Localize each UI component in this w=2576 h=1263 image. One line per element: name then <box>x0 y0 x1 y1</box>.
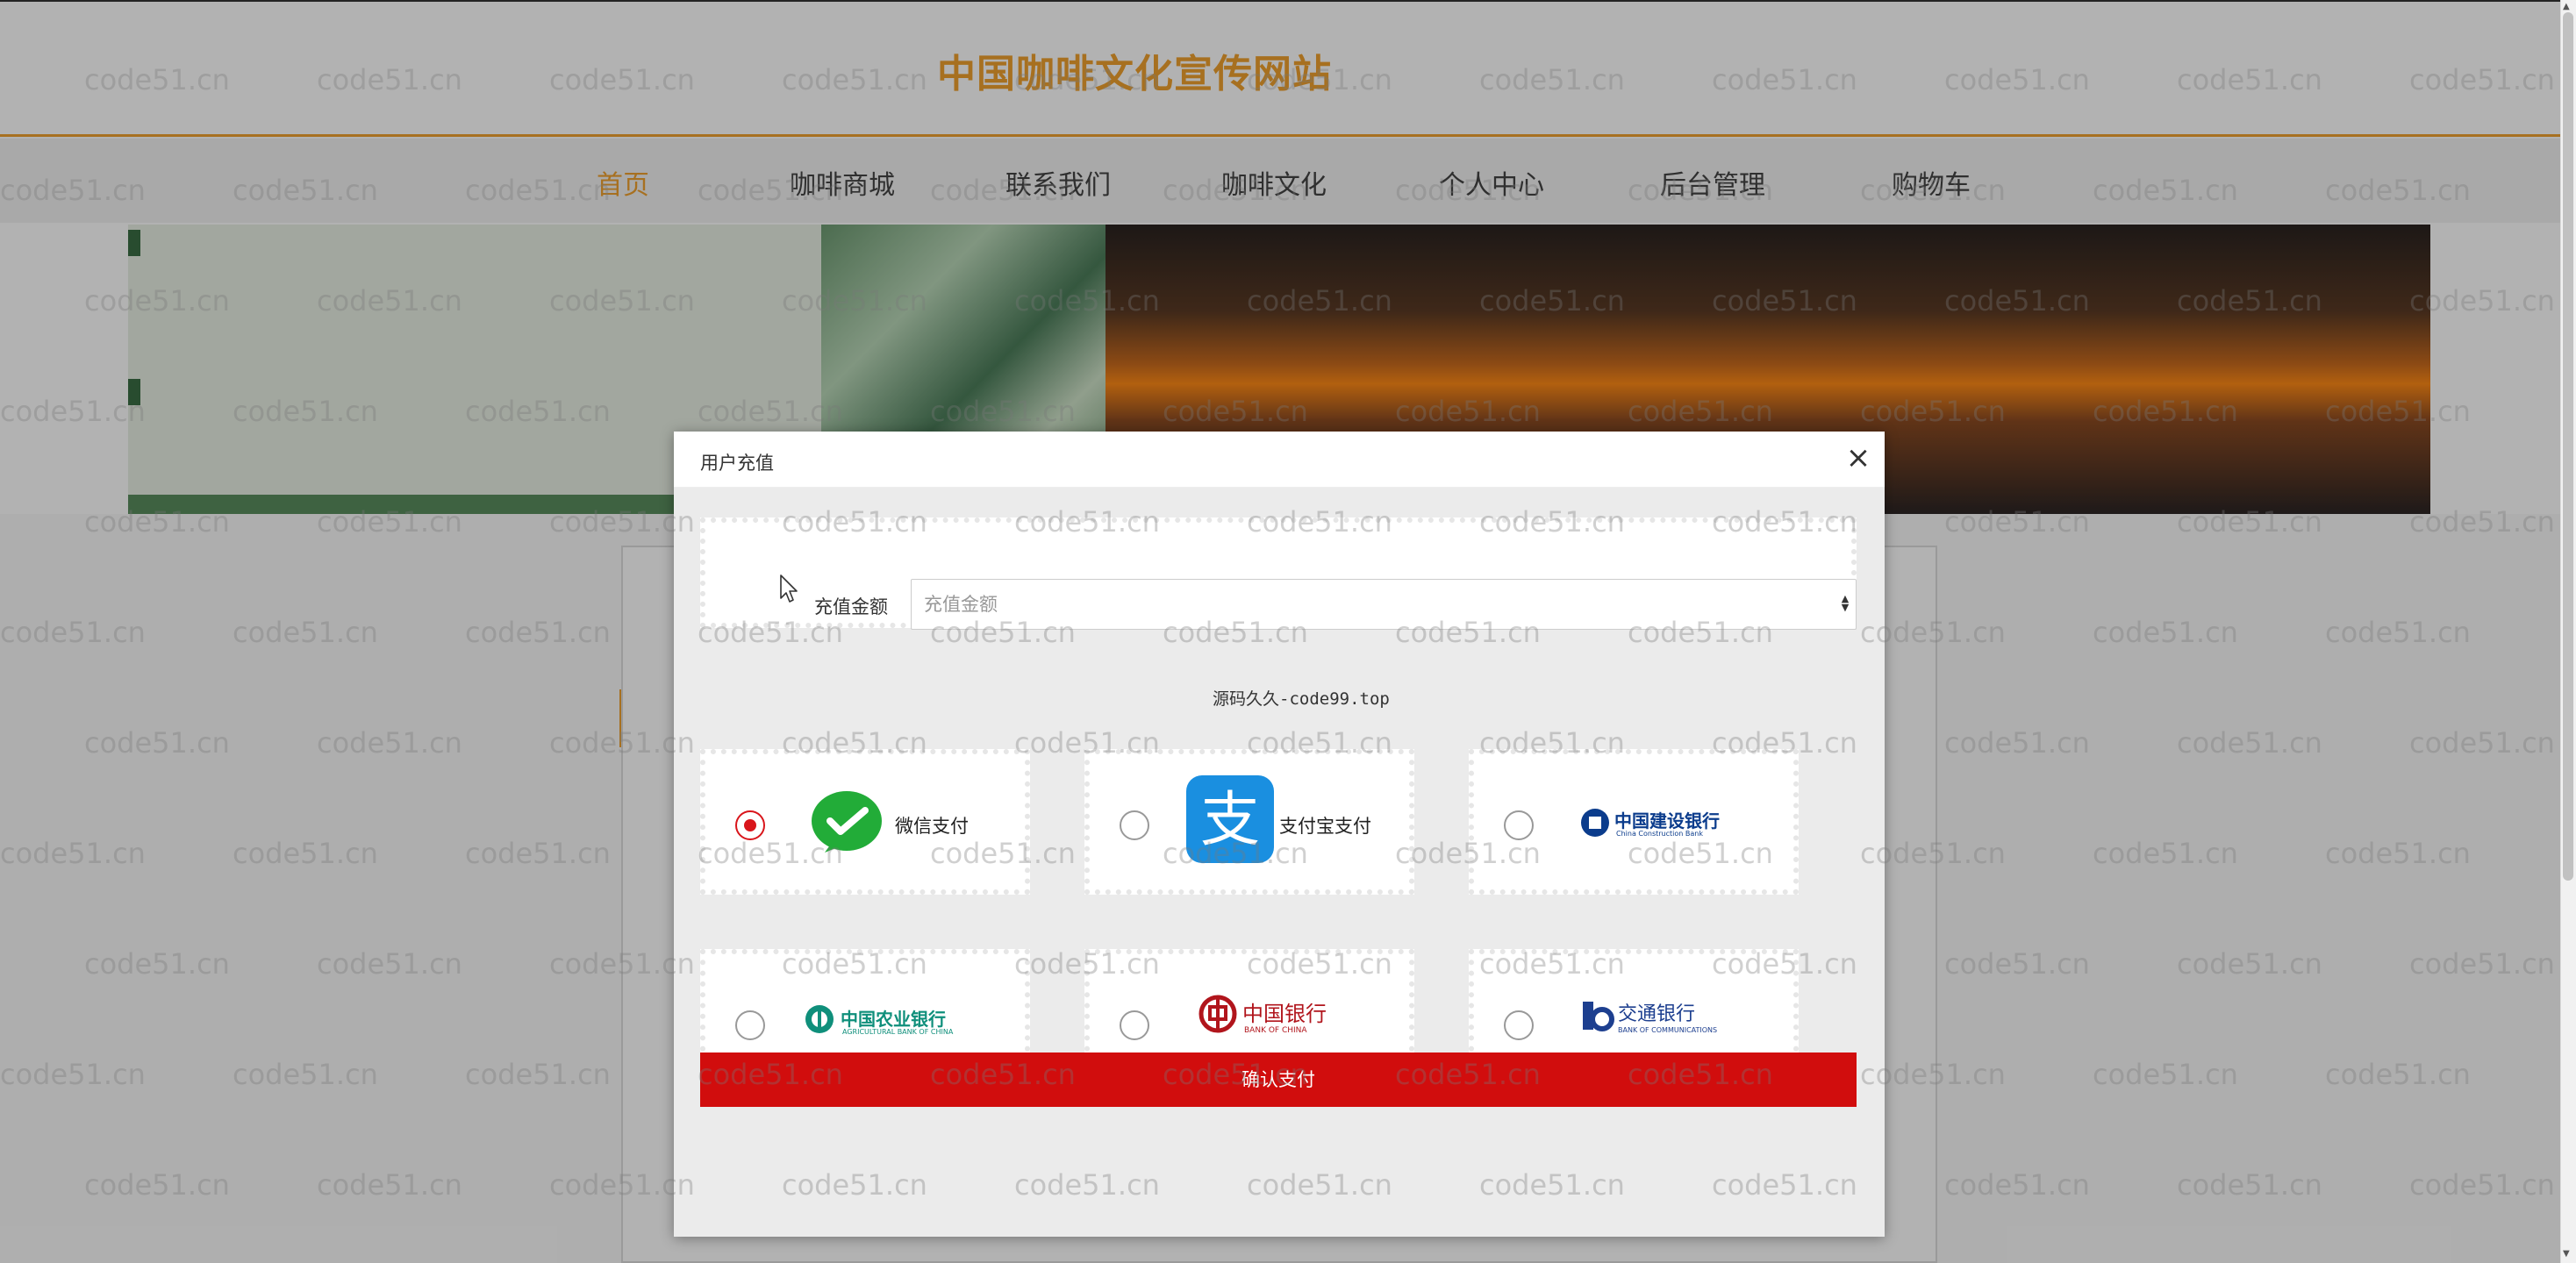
payment-radio-ccb[interactable] <box>1504 810 1534 840</box>
alipay-icon: 支 <box>1186 775 1274 863</box>
payment-option-ccb[interactable]: 中国建设银行 China Construction Bank <box>1469 749 1799 895</box>
ccb-logo-icon <box>1581 809 1609 837</box>
modal-body: 充值金额 ▲▼ 源码久久-code99.top 微信支付 支 支付宝支付 <box>674 488 1885 1237</box>
amount-section: 充值金额 ▲▼ <box>700 517 1857 630</box>
payment-radio-boc[interactable] <box>1120 1010 1149 1040</box>
confirm-payment-button[interactable]: 确认支付 <box>700 1052 1857 1107</box>
payment-radio-wechat[interactable] <box>735 810 765 840</box>
boc-logo-icon <box>1199 995 1237 1033</box>
payment-label-abc: 中国农业银行 <box>841 1009 946 1030</box>
scroll-down-icon[interactable]: ▼ <box>2563 1249 2570 1259</box>
payment-radio-alipay[interactable] <box>1120 810 1149 840</box>
modal-title: 用户充值 <box>700 453 774 474</box>
payment-label-ccb: 中国建设银行 <box>1614 810 1720 831</box>
amount-input[interactable] <box>911 579 1857 630</box>
modal-header: 用户充值 × <box>674 432 1885 488</box>
bocom-logo-icon <box>1583 1002 1614 1031</box>
mouse-cursor-icon <box>780 574 798 603</box>
scroll-up-icon[interactable]: ▲ <box>2563 2 2570 11</box>
promo-text: 源码久久-code99.top <box>1213 689 1390 709</box>
payment-option-alipay[interactable]: 支 支付宝支付 <box>1084 749 1414 895</box>
payment-sublabel-bocom: BANK OF COMMUNICATIONS <box>1618 1026 1718 1034</box>
payment-sublabel-abc: AGRICULTURAL BANK OF CHINA <box>842 1028 954 1036</box>
svg-text:支: 支 <box>1200 786 1260 855</box>
number-stepper-icon[interactable]: ▲ ▼ <box>1839 594 1851 614</box>
payment-option-wechat[interactable]: 微信支付 <box>700 749 1030 895</box>
wechat-pay-icon <box>812 791 882 853</box>
amount-label: 充值金额 <box>814 596 888 617</box>
scrollbar-thumb[interactable] <box>2563 12 2573 881</box>
payment-label-wechat: 微信支付 <box>895 816 969 837</box>
payment-label-boc: 中国银行 <box>1242 1002 1327 1026</box>
payment-label-bocom: 交通银行 <box>1618 1003 1696 1025</box>
payment-sublabel-boc: BANK OF CHINA <box>1244 1026 1307 1035</box>
close-icon[interactable]: × <box>1841 440 1876 475</box>
payment-sublabel-ccb: China Construction Bank <box>1616 830 1703 838</box>
payment-radio-bocom[interactable] <box>1504 1010 1534 1040</box>
abc-logo-icon <box>805 1005 834 1033</box>
recharge-modal: 用户充值 × 充值金额 ▲▼ 源码久久-code99.top 微信支付 <box>674 432 1885 1237</box>
payment-label-alipay: 支付宝支付 <box>1279 816 1371 837</box>
payment-radio-abc[interactable] <box>735 1010 765 1040</box>
